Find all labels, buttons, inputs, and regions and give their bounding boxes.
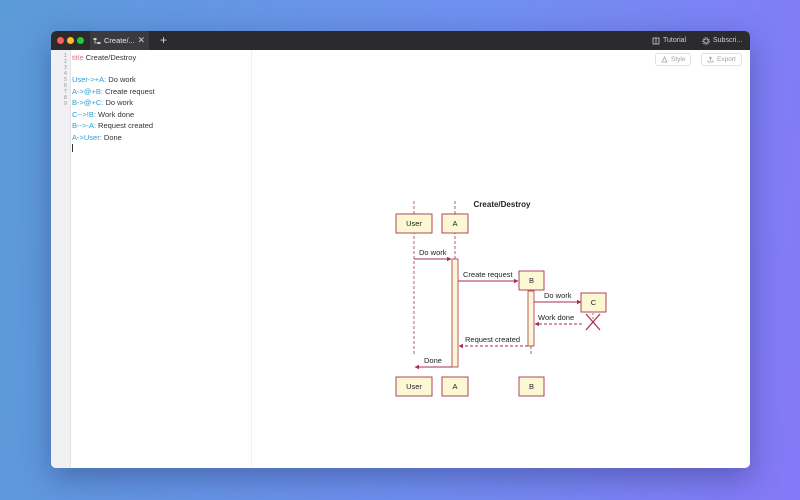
text-cursor	[72, 144, 73, 152]
line-number: 9	[63, 101, 67, 107]
message-label: Done	[424, 356, 442, 365]
participant-label: C	[591, 298, 597, 307]
activation-a	[451, 258, 459, 368]
code-token: Request created	[95, 121, 154, 130]
code-token: title	[72, 53, 84, 62]
diagram-preview: Style Export Create/Destroy User A B C U…	[252, 50, 750, 468]
participant-label: A	[452, 382, 457, 391]
code-token: C-->!B:	[72, 109, 96, 119]
code-token: Create/Destroy	[83, 53, 137, 62]
export-button[interactable]: Export	[701, 53, 742, 66]
subscribe-label: Subscri...	[713, 37, 743, 44]
code-token: Do work	[103, 98, 133, 107]
tab-label: Create/...	[104, 36, 135, 45]
gear-icon	[702, 36, 710, 45]
code-line: User->+A: Do work	[72, 75, 136, 84]
upload-icon	[707, 56, 714, 63]
code-token: User->+A:	[72, 75, 107, 84]
code-token: Create request	[102, 86, 155, 96]
code-token: Work done	[95, 109, 135, 119]
message-label: Work done	[538, 313, 574, 322]
tab-close-icon[interactable]: ✕	[137, 35, 145, 45]
code-line: B->@+C: Do work	[72, 98, 133, 107]
tab-create-destroy[interactable]: Create/... ✕	[90, 31, 149, 50]
message-label: Do work	[419, 248, 447, 257]
participant-label: B	[529, 382, 534, 391]
code-line: A->User: Done	[72, 133, 122, 142]
diagram-icon	[93, 37, 101, 44]
participant-label: User	[406, 219, 422, 228]
palette-icon	[661, 56, 668, 63]
close-window-button[interactable]	[57, 37, 64, 44]
export-label: Export	[717, 56, 736, 63]
message-label: Do work	[544, 291, 572, 300]
subscribe-button[interactable]: Subscri...	[702, 31, 742, 50]
participant-label: User	[406, 382, 422, 391]
activation-b	[527, 290, 535, 347]
code-line: A->@+B: Create request	[72, 87, 155, 96]
sequence-diagram: Create/Destroy User A B C User A B Do wo…	[395, 200, 607, 397]
code-token: B-->-A:	[72, 121, 96, 130]
book-icon	[652, 37, 660, 44]
style-button[interactable]: Style	[655, 53, 692, 66]
code-token: B->@+C:	[72, 98, 104, 107]
minimize-window-button[interactable]	[67, 37, 74, 44]
participant-label: A	[452, 219, 457, 228]
code-token: Do work	[106, 75, 136, 84]
title-bar: Create/... ✕ + Tutorial Subscri...	[51, 31, 750, 50]
message-label: Create request	[463, 270, 514, 279]
style-label: Style	[671, 56, 686, 63]
app-window: Create/... ✕ + Tutorial Subscri... 1 2 3…	[51, 31, 750, 468]
message-label: Request created	[465, 335, 520, 344]
new-tab-button[interactable]: +	[160, 33, 167, 47]
code-token: A->User:	[72, 132, 102, 142]
code-token: A->@+B:	[72, 86, 103, 96]
diagram-title: Create/Destroy	[474, 200, 531, 209]
participant-label: B	[529, 276, 534, 285]
code-token: Done	[101, 132, 122, 142]
code-editor[interactable]: title Create/Destroy User->+A: Do work A…	[71, 50, 252, 468]
tutorial-button[interactable]: Tutorial	[652, 31, 686, 50]
code-line: title Create/Destroy	[72, 53, 136, 62]
line-number-gutter: 1 2 3 4 5 6 7 8 9	[51, 50, 71, 468]
tutorial-label: Tutorial	[663, 37, 687, 44]
code-line: C-->!B: Work done	[72, 110, 134, 119]
maximize-window-button[interactable]	[77, 37, 84, 44]
code-line: B-->-A: Request created	[72, 121, 153, 130]
